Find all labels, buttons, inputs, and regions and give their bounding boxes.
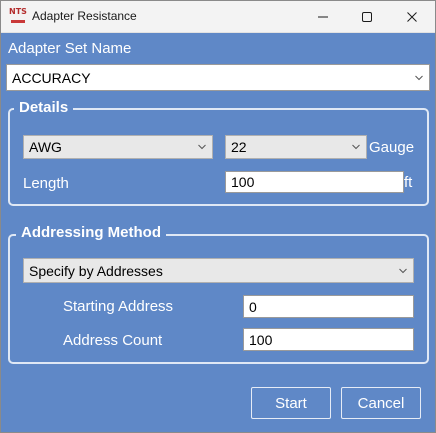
wire-type-dropdown[interactable]: AWG <box>23 135 213 159</box>
app-logo-icon: NTS <box>9 7 27 24</box>
starting-address-value: 0 <box>249 298 257 315</box>
addressing-method-legend: Addressing Method <box>16 224 167 242</box>
address-count-input[interactable]: 100 <box>243 328 414 351</box>
close-button[interactable] <box>390 1 434 32</box>
chevron-down-icon <box>352 144 360 150</box>
adapter-set-name-label: Adapter Set Name <box>8 40 132 57</box>
length-unit-label: ft <box>404 174 413 191</box>
address-count-value: 100 <box>249 331 273 348</box>
chevron-down-icon <box>198 144 206 150</box>
minimize-button[interactable] <box>301 1 345 32</box>
chevron-down-icon <box>415 75 423 80</box>
cancel-button[interactable]: Cancel <box>341 387 421 419</box>
minimize-icon <box>318 16 328 17</box>
wire-type-value: AWG <box>29 139 62 155</box>
adapter-resistance-window: NTS Adapter Resistance Adapter Set Name … <box>0 0 436 433</box>
start-button[interactable]: Start <box>251 387 331 419</box>
length-value: 100 <box>231 174 255 190</box>
adapter-set-name-value: ACCURACY <box>12 69 91 86</box>
starting-address-label: Starting Address <box>63 298 174 315</box>
addressing-method-value: Specify by Addresses <box>29 262 163 279</box>
addressing-method-dropdown[interactable]: Specify by Addresses <box>23 258 414 283</box>
length-input[interactable]: 100 <box>225 171 404 193</box>
chevron-down-icon <box>399 268 407 273</box>
length-label: Length <box>23 175 69 192</box>
details-legend: Details <box>14 99 74 117</box>
adapter-set-name-combobox[interactable]: ACCURACY <box>6 64 430 91</box>
maximize-button[interactable] <box>345 1 389 32</box>
title-bar: NTS Adapter Resistance <box>1 1 435 33</box>
address-count-label: Address Count <box>63 332 163 349</box>
maximize-icon <box>362 11 372 22</box>
window-title: Adapter Resistance <box>32 9 137 23</box>
gauge-label: Gauge <box>369 139 415 156</box>
gauge-dropdown[interactable]: 22 <box>225 135 367 159</box>
gauge-value: 22 <box>231 139 247 155</box>
close-icon <box>407 11 417 22</box>
starting-address-input[interactable]: 0 <box>243 295 414 318</box>
